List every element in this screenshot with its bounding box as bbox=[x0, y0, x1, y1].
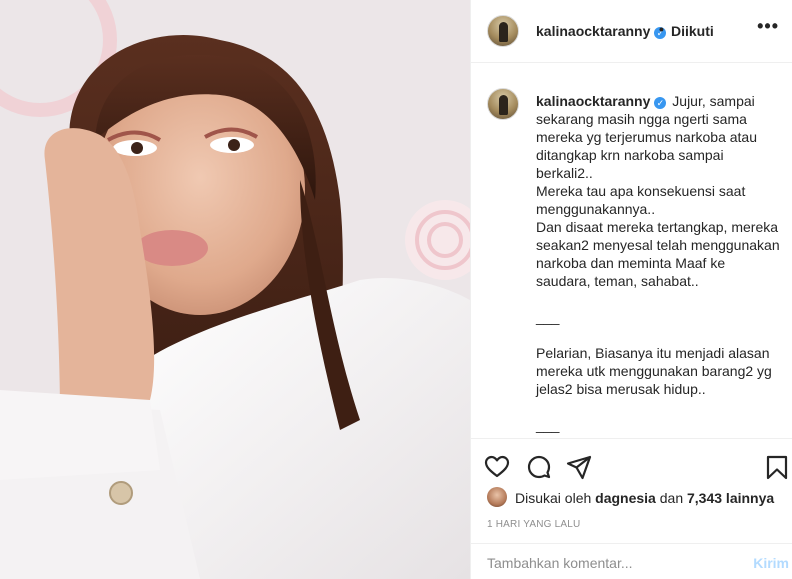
add-comment-bar: Kirim bbox=[471, 543, 792, 579]
post-header: kalinaocktaranny ✓ • Diikuti ••• bbox=[471, 0, 792, 63]
follow-status-button[interactable]: Diikuti bbox=[671, 23, 714, 39]
post-photo[interactable] bbox=[0, 0, 470, 579]
caption-avatar[interactable] bbox=[487, 88, 519, 120]
caption-text: Jujur, sampai sekarang masih ngga ngerti… bbox=[536, 93, 780, 433]
selfie-image bbox=[0, 0, 470, 579]
liker-avatar[interactable] bbox=[487, 487, 507, 507]
post-timestamp[interactable]: 1 HARI YANG LALU bbox=[487, 519, 580, 530]
post-actions: Disukai oleh dagnesia dan 7,343 lainnya … bbox=[471, 438, 792, 543]
author-avatar[interactable] bbox=[487, 15, 519, 47]
likes-conjunction: dan bbox=[659, 490, 684, 506]
header-separator: • bbox=[659, 21, 664, 37]
post-comment-button[interactable]: Kirim bbox=[753, 555, 789, 571]
caption-username[interactable]: kalinaocktaranny ✓ bbox=[536, 93, 667, 109]
author-username[interactable]: kalinaocktaranny ✓ bbox=[536, 23, 667, 39]
comment-icon[interactable] bbox=[525, 453, 553, 481]
author-username-text[interactable]: kalinaocktaranny bbox=[536, 23, 650, 39]
likes-prefix: Disukai oleh bbox=[515, 490, 592, 506]
liked-by-text: Disukai oleh dagnesia dan 7,343 lainnya bbox=[515, 490, 774, 506]
verified-badge-icon: ✓ bbox=[654, 97, 667, 109]
bookmark-icon[interactable] bbox=[763, 453, 791, 481]
caption-username-text[interactable]: kalinaocktaranny bbox=[536, 93, 650, 109]
more-options-icon[interactable]: ••• bbox=[757, 16, 779, 37]
comments-area[interactable]: kalinaocktaranny ✓ Jujur, sampai sekarang… bbox=[471, 64, 792, 438]
liker-username[interactable]: dagnesia bbox=[595, 490, 656, 506]
comment-input[interactable] bbox=[487, 553, 737, 573]
heart-icon[interactable] bbox=[483, 453, 511, 481]
post-side-panel: kalinaocktaranny ✓ • Diikuti ••• kalinaoc… bbox=[470, 0, 792, 579]
paper-plane-icon[interactable] bbox=[565, 453, 593, 481]
likes-count[interactable]: 7,343 lainnya bbox=[687, 490, 774, 506]
post-caption: kalinaocktaranny ✓ Jujur, sampai sekarang… bbox=[536, 92, 781, 434]
liked-by-row: Disukai oleh dagnesia dan 7,343 lainnya bbox=[487, 487, 787, 509]
